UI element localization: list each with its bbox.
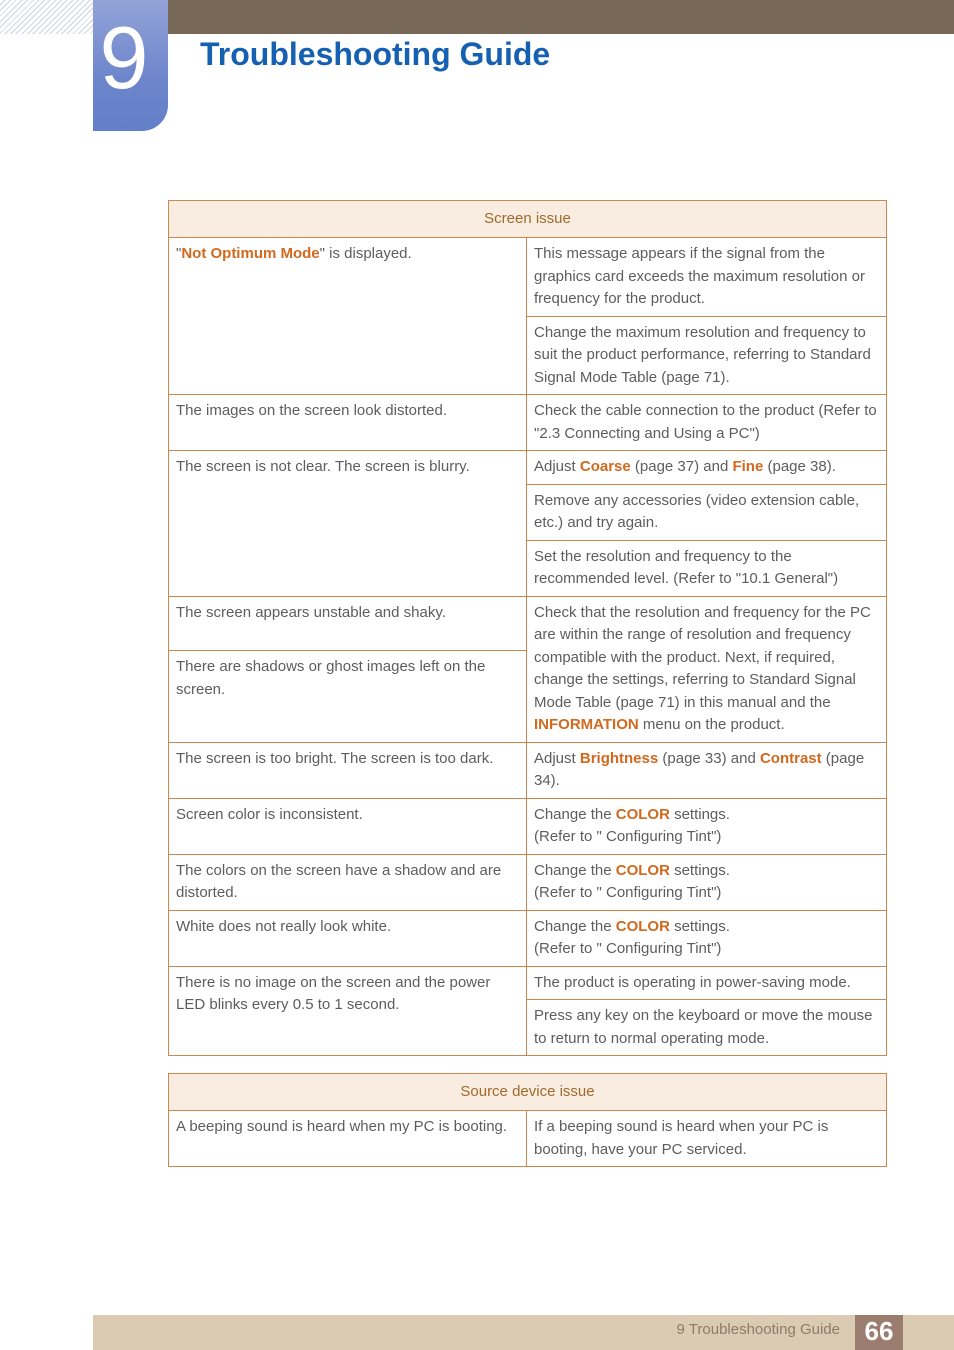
decorative-hatch xyxy=(0,0,93,34)
text-run: menu on the product. xyxy=(638,716,785,733)
text-run: The product is operating in power-saving… xyxy=(534,973,851,991)
table-row: Screen color is inconsistent. Change the … xyxy=(168,797,887,855)
text-run: Set the resolution and frequency to the … xyxy=(534,547,839,588)
table-body: A beeping sound is heard when my PC is b… xyxy=(168,1110,887,1167)
text-run: (Refer to " Configuring Tint") xyxy=(534,884,722,901)
text-run: settings. xyxy=(669,861,730,879)
solution-cell: Set the resolution and frequency to the … xyxy=(526,539,887,597)
solution-cell: Change the COLOR settings. (Refer to " Co… xyxy=(526,853,887,911)
text-run: " is displayed. xyxy=(319,245,412,262)
problem-cell: The screen is not clear. The screen is b… xyxy=(168,450,527,597)
problem-cell: A beeping sound is heard when my PC is b… xyxy=(168,1110,527,1167)
highlighted-term: COLOR xyxy=(615,805,670,823)
problem-cell: The screen is too bright. The screen is … xyxy=(168,741,527,799)
text-run: The screen is too bright. The screen is … xyxy=(176,749,494,767)
table-row: "Not Optimum Mode" is displayed. This mes… xyxy=(168,237,887,395)
text-run: (page 37) and xyxy=(630,458,733,475)
top-bar xyxy=(168,0,954,34)
text-run: Adjust xyxy=(534,458,580,475)
text-run: Check that the resolution and frequency … xyxy=(534,603,871,711)
text-run: Change the xyxy=(534,917,616,935)
table-row: The screen is too bright. The screen is … xyxy=(168,741,887,799)
table-row: The screen is not clear. The screen is b… xyxy=(168,450,887,597)
highlighted-term: INFORMATION xyxy=(534,716,639,733)
text-run: (page 38). xyxy=(763,458,836,475)
text-run: The colors on the screen have a shadow a… xyxy=(176,861,502,902)
chapter-number: 9 xyxy=(99,8,149,107)
problem-cell: The colors on the screen have a shadow a… xyxy=(168,853,527,911)
text-run: Change the maximum resolution and freque… xyxy=(534,323,871,386)
text-run: If a beeping sound is heard when your PC… xyxy=(534,1118,829,1158)
text-run: Change the xyxy=(534,805,616,823)
text-run: The screen is not clear. The screen is b… xyxy=(176,458,470,475)
text-run: Press any key on the keyboard or move th… xyxy=(534,1007,873,1047)
text-run: The images on the screen look distorted. xyxy=(176,402,447,419)
text-run: (page 33) and xyxy=(658,749,760,767)
text-run: Check the cable connection to the produc… xyxy=(534,402,877,442)
text-run: Remove any accessories (video extension … xyxy=(534,491,860,532)
highlighted-term: COLOR xyxy=(615,861,670,879)
source-device-issue-table: Source device issue A beeping sound is h… xyxy=(168,1073,887,1167)
solution-cell: Adjust Coarse (page 37) and Fine (page 3… xyxy=(526,450,887,485)
highlighted-term: Contrast xyxy=(759,749,822,767)
solution-cell: Change the maximum resolution and freque… xyxy=(526,315,887,395)
problem-cell: White does not really look white. xyxy=(168,909,527,967)
table-row: The images on the screen look distorted.… xyxy=(168,394,887,451)
problem-cell: The screen appears unstable and shaky. xyxy=(168,595,527,652)
footer-chapter-label: 9 Troubleshooting Guide xyxy=(676,1321,840,1338)
text-run: The screen appears unstable and shaky. xyxy=(176,603,446,621)
screen-issue-table: Screen issue "Not Optimum Mode" is displ… xyxy=(168,200,887,1056)
highlighted-term: Brightness xyxy=(579,749,659,767)
page-number: 66 xyxy=(855,1315,903,1350)
highlighted-term: Fine xyxy=(732,458,764,475)
solution-cell: If a beeping sound is heard when your PC… xyxy=(526,1110,887,1167)
page-footer: 9 Troubleshooting Guide 66 xyxy=(93,1315,954,1350)
problem-cell: The images on the screen look distorted. xyxy=(168,394,527,451)
text-run: Change the xyxy=(534,861,616,879)
page-title: Troubleshooting Guide xyxy=(200,36,551,72)
problem-cell: "Not Optimum Mode" is displayed. xyxy=(168,237,527,395)
text-run: settings. xyxy=(669,805,730,823)
solution-cell: Press any key on the keyboard or move th… xyxy=(526,999,887,1056)
text-run: Screen color is inconsistent. xyxy=(176,805,363,823)
table-heading: Screen issue xyxy=(168,200,887,238)
solution-cell: Change the COLOR settings. (Refer to " Co… xyxy=(526,909,887,967)
solution-cell: Change the COLOR settings. (Refer to " Co… xyxy=(526,797,887,855)
table-row: There is no image on the screen and the … xyxy=(168,965,887,1056)
text-run: (Refer to " Configuring Tint") xyxy=(534,940,722,957)
table-row: A beeping sound is heard when my PC is b… xyxy=(168,1110,887,1167)
problem-cell: There is no image on the screen and the … xyxy=(168,965,527,1056)
text-run: Adjust xyxy=(534,749,580,767)
highlighted-term: Coarse xyxy=(579,458,631,475)
problem-cell: There are shadows or ghost images left o… xyxy=(168,650,527,743)
text-run: A beeping sound is heard when my PC is b… xyxy=(176,1118,508,1135)
text-run: There are shadows or ghost images left o… xyxy=(176,658,486,698)
solution-cell: Adjust Brightness (page 33) and Contrast… xyxy=(526,741,887,799)
solution-cell: Remove any accessories (video extension … xyxy=(526,483,887,541)
highlighted-term: COLOR xyxy=(615,917,670,935)
table-body: "Not Optimum Mode" is displayed. This mes… xyxy=(168,237,887,1056)
solution-cell: Check the cable connection to the produc… xyxy=(526,394,887,451)
text-run: There is no image on the screen and the … xyxy=(176,973,491,1014)
text-run: This message appears if the signal from … xyxy=(534,245,865,307)
problem-cell: Screen color is inconsistent. xyxy=(168,797,527,855)
solution-cell: This message appears if the signal from … xyxy=(526,237,887,317)
solution-cell: The product is operating in power-saving… xyxy=(526,965,887,1000)
text-run: (Refer to " Configuring Tint") xyxy=(534,828,722,845)
table-heading: Source device issue xyxy=(168,1073,887,1111)
chapter-tab: 9 xyxy=(93,0,168,131)
solution-cell: Check that the resolution and frequency … xyxy=(526,595,887,743)
table-row: White does not really look white. Change … xyxy=(168,909,887,967)
highlighted-term: Not Optimum Mode xyxy=(181,245,320,262)
text-run: White does not really look white. xyxy=(176,917,392,935)
table-row: The screen appears unstable and shaky. Ch… xyxy=(168,595,887,743)
table-row: The colors on the screen have a shadow a… xyxy=(168,853,887,911)
text-run: settings. xyxy=(669,917,730,935)
